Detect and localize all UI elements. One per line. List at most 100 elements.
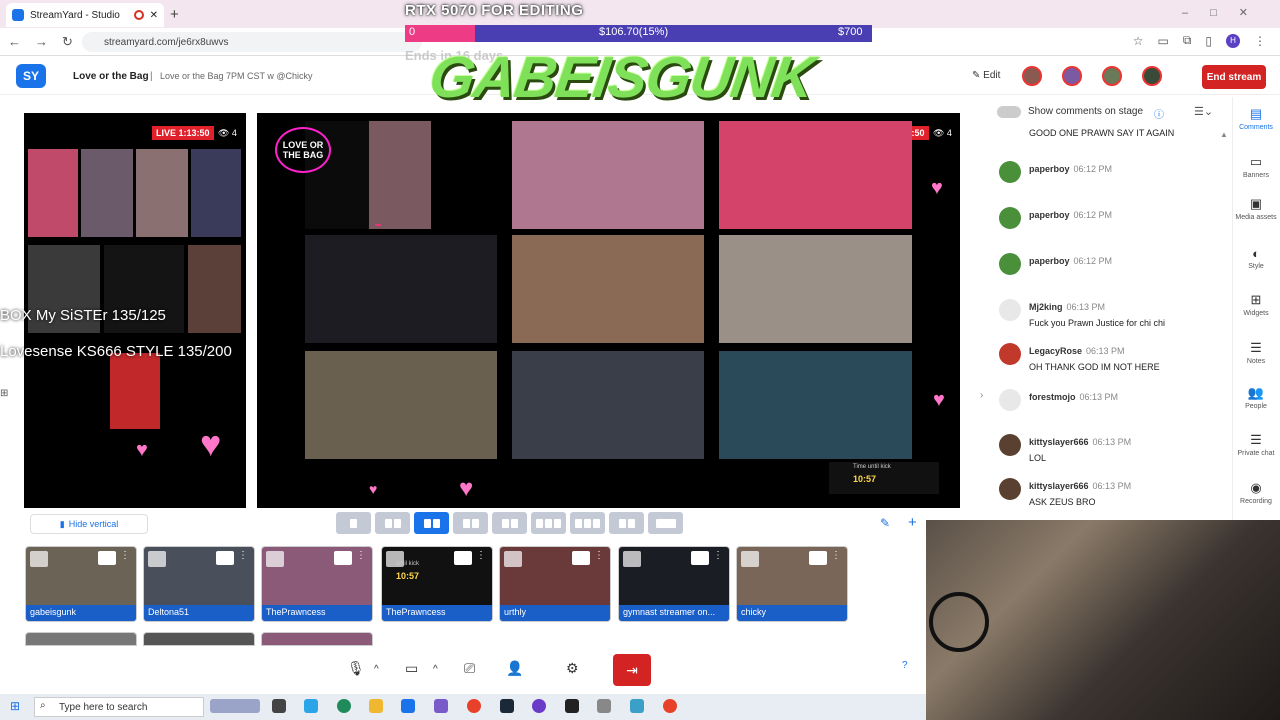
help-icon[interactable]: ⓘ xyxy=(1154,106,1164,121)
mic-status-icon[interactable] xyxy=(334,551,352,565)
help-icon[interactable]: ? xyxy=(902,660,908,671)
edit-button[interactable]: ✎ Edit xyxy=(972,70,1000,81)
rail-item-private-chat[interactable]: ☰ Private chat xyxy=(1232,432,1280,457)
participant-tile[interactable]: ⋮ chicky xyxy=(736,546,848,622)
sidepanel-icon[interactable]: ▯ xyxy=(1205,34,1212,48)
url-field[interactable]: streamyard.com/je6rx8uwvs xyxy=(82,32,422,52)
cast-icon[interactable]: ▭ xyxy=(1157,34,1168,48)
windows-start-icon[interactable]: ⊞ xyxy=(10,699,20,713)
layout-grid-button[interactable] xyxy=(570,512,605,534)
rail-item-style[interactable]: ◐ Style xyxy=(1232,246,1280,270)
comment-item[interactable]: LegacyRose 06:13 PM OH THANK GOD IM NOT HE… xyxy=(1029,341,1219,372)
participant-tile[interactable]: ⋮ gymnast streamer on... xyxy=(618,546,730,622)
comment-item[interactable]: Mj2king 06:13 PM Fuck you Prawn Justice fo… xyxy=(1029,297,1219,328)
mic-status-icon[interactable] xyxy=(98,551,116,565)
participant-menu-icon[interactable]: ⋮ xyxy=(120,550,130,561)
rail-item-notes[interactable]: ☰ Notes xyxy=(1232,340,1280,365)
rail-item-widgets[interactable]: ⊞ Widgets xyxy=(1232,292,1280,317)
stage-side-icon[interactable]: ⊞ xyxy=(0,388,8,399)
destination-avatar[interactable] xyxy=(1062,66,1082,86)
end-stream-button[interactable]: End stream xyxy=(1202,65,1266,89)
window-controls[interactable]: –□✕ xyxy=(1182,6,1270,19)
mic-status-icon[interactable] xyxy=(454,551,472,565)
layout-two-button[interactable] xyxy=(375,512,410,534)
profile-avatar[interactable]: H xyxy=(1226,33,1240,48)
participant-menu-icon[interactable]: ⋮ xyxy=(476,550,486,561)
obs-icon[interactable] xyxy=(532,699,546,713)
camera-icon[interactable]: ▭ xyxy=(405,660,418,677)
menu-kebab-icon[interactable]: ⋮ xyxy=(1254,34,1266,48)
layout-grid-button[interactable] xyxy=(531,512,566,534)
file-explorer-icon[interactable] xyxy=(369,699,383,713)
screen-share-icon[interactable]: ⎚ xyxy=(464,660,475,677)
store-icon[interactable] xyxy=(401,699,415,713)
microphone-icon[interactable]: 🎙 xyxy=(347,660,365,677)
rail-item-banners[interactable]: ▭ Banners xyxy=(1232,154,1280,179)
rail-item-people[interactable]: 👥 People xyxy=(1232,385,1280,410)
participant-tile[interactable]: ⋮ ThePrawncess until kick 10:57 xyxy=(381,546,493,622)
participant-tile[interactable]: ⋮ gabeisgunk xyxy=(25,546,137,622)
taskbar-widget-icon[interactable] xyxy=(210,699,260,713)
comment-item[interactable]: kittyslayer666 06:13 PM LOL xyxy=(1029,432,1219,463)
reload-icon[interactable]: ↻ xyxy=(62,34,73,50)
browser-tab[interactable]: StreamYard - Studio ✕ xyxy=(6,3,164,27)
tab-close-icon[interactable]: ✕ xyxy=(150,10,158,21)
destination-avatar[interactable] xyxy=(1102,66,1122,86)
copilot-icon[interactable] xyxy=(304,699,318,713)
participant-menu-icon[interactable]: ⋮ xyxy=(238,550,248,561)
layout-single-button[interactable] xyxy=(336,512,371,534)
app-icon[interactable] xyxy=(565,699,579,713)
scroll-up-icon[interactable]: ▲ xyxy=(1220,130,1228,139)
rail-item-recording[interactable]: ◉ Recording xyxy=(1232,480,1280,505)
participant-tile[interactable]: ⋮ urthly xyxy=(499,546,611,622)
participant-tile-partial[interactable] xyxy=(143,632,255,646)
extensions-icon[interactable]: ⧉ xyxy=(1183,33,1192,48)
layout-grid-button[interactable] xyxy=(453,512,488,534)
destination-avatars[interactable] xyxy=(1022,66,1162,86)
chevron-up-icon[interactable]: ^ xyxy=(374,664,379,675)
leave-studio-button[interactable]: ⇥ xyxy=(613,654,651,686)
steam-icon[interactable] xyxy=(500,699,514,713)
bookmark-star-icon[interactable]: ☆ xyxy=(1133,34,1144,48)
broadcast-name[interactable]: Love or the Bag xyxy=(73,71,149,82)
participant-tile-partial[interactable] xyxy=(261,632,373,646)
comment-item[interactable]: kittyslayer666 06:13 PM ASK ZEUS BRO xyxy=(1029,476,1219,507)
edge-icon[interactable] xyxy=(337,699,351,713)
participant-tile-partial[interactable] xyxy=(25,632,137,646)
mic-status-icon[interactable] xyxy=(809,551,827,565)
forward-icon[interactable]: → xyxy=(35,34,48,50)
destination-avatar[interactable] xyxy=(1142,66,1162,86)
edit-layout-icon[interactable]: ✎ xyxy=(880,516,890,530)
filter-icon[interactable]: ☰⌄ xyxy=(1194,105,1213,118)
layout-grid-button[interactable] xyxy=(492,512,527,534)
destination-avatar[interactable] xyxy=(1022,66,1042,86)
app-icon[interactable] xyxy=(630,699,644,713)
mic-status-icon[interactable] xyxy=(572,551,590,565)
mic-status-icon[interactable] xyxy=(691,551,709,565)
app-icon[interactable] xyxy=(434,699,448,713)
hide-vertical-button[interactable]: ▮ Hide vertical xyxy=(30,514,148,534)
comment-item[interactable]: paperboy 06:12 PM xyxy=(1029,159,1219,180)
collapse-panel-icon[interactable]: › xyxy=(980,390,983,401)
layout-fullscreen-button[interactable] xyxy=(648,512,683,534)
mic-status-icon[interactable] xyxy=(216,551,234,565)
participant-menu-icon[interactable]: ⋮ xyxy=(594,550,604,561)
rail-item-media-assets[interactable]: ▣ Media assets xyxy=(1232,196,1280,221)
settings-gear-icon[interactable]: ⚙ xyxy=(566,660,579,677)
participant-tile[interactable]: ⋮ Deltona51 xyxy=(143,546,255,622)
rail-item-comments[interactable]: ▤ Comments xyxy=(1232,106,1280,131)
participant-menu-icon[interactable]: ⋮ xyxy=(831,550,841,561)
participant-menu-icon[interactable]: ⋮ xyxy=(356,550,366,561)
comment-item[interactable]: paperboy 06:12 PM xyxy=(1029,205,1219,226)
chrome-profile-icon[interactable] xyxy=(663,699,677,713)
app-icon[interactable] xyxy=(597,699,611,713)
comment-item[interactable]: paperboy 06:12 PM xyxy=(1029,251,1219,272)
back-icon[interactable]: ← xyxy=(8,34,21,50)
add-icon[interactable]: + xyxy=(908,514,917,531)
participant-menu-icon[interactable]: ⋮ xyxy=(713,550,723,561)
streamyard-logo[interactable]: SY xyxy=(16,64,46,88)
chrome-icon[interactable] xyxy=(467,699,481,713)
participant-tile[interactable]: ⋮ ThePrawncess xyxy=(261,546,373,622)
task-view-icon[interactable] xyxy=(272,699,286,713)
comment-item[interactable]: forestmojo 06:13 PM xyxy=(1029,387,1219,408)
